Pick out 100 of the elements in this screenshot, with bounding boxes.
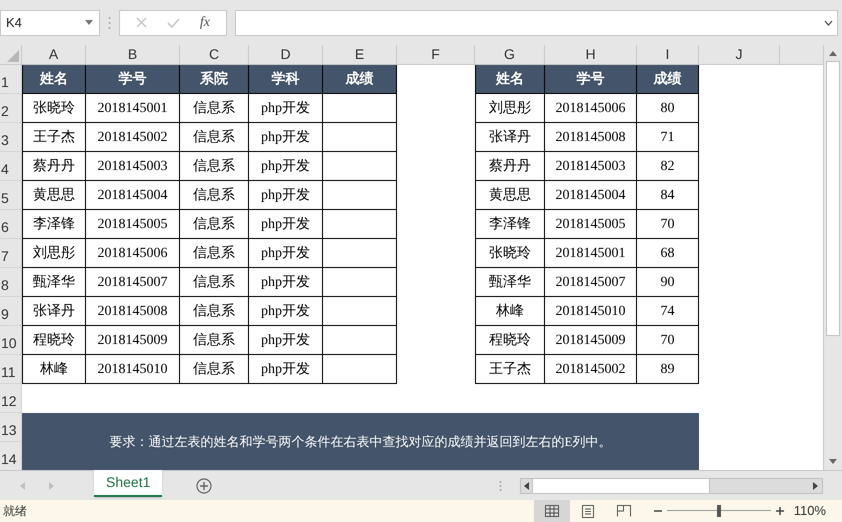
table-cell: 甄泽华	[475, 268, 545, 297]
table-cell: 王子杰	[475, 355, 545, 384]
row-header[interactable]: 11	[0, 355, 22, 384]
horizontal-scrollbar[interactable]	[520, 478, 823, 494]
row-header[interactable]: 14	[0, 442, 22, 470]
table-cell: 2018145002	[86, 123, 180, 152]
table-cell: 2018145006	[545, 94, 637, 123]
scroll-down-icon[interactable]	[829, 459, 837, 464]
table-cell: php开发	[249, 297, 323, 326]
table-cell: 信息系	[180, 152, 249, 181]
table-cell: php开发	[249, 123, 323, 152]
row-header[interactable]: 5	[0, 181, 22, 210]
table-cell: 信息系	[180, 181, 249, 210]
column-header[interactable]: C	[180, 45, 249, 65]
table-cell: 84	[637, 181, 699, 210]
dropdown-caret-icon[interactable]	[85, 20, 93, 25]
table-cell: php开发	[249, 239, 323, 268]
page-break-icon	[616, 505, 631, 517]
table-cell: php开发	[249, 152, 323, 181]
note-banner: 要求：通过左表的姓名和学号两个条件在右表中查找对应的成绩并返回到左右的E列中。	[22, 413, 699, 470]
table-cell: php开发	[249, 326, 323, 355]
column-header[interactable]: H	[545, 45, 637, 65]
scroll-up-icon[interactable]	[829, 51, 837, 56]
column-header[interactable]: G	[475, 45, 545, 65]
table-cell: 2018145006	[86, 239, 180, 268]
table-cell: 张译丹	[475, 123, 545, 152]
table-cell: 82	[637, 152, 699, 181]
table-cell: 信息系	[180, 268, 249, 297]
table-cell: php开发	[249, 181, 323, 210]
table-cell: 2018145003	[545, 152, 637, 181]
table-cell: 2018145007	[545, 268, 637, 297]
table-cell: 74	[637, 297, 699, 326]
table-cell: 程晓玲	[22, 326, 86, 355]
row-header[interactable]: 4	[0, 152, 22, 181]
row-header[interactable]: 10	[0, 326, 22, 355]
table-cell: 2018145004	[86, 181, 180, 210]
column-header[interactable]: B	[86, 45, 180, 65]
row-header[interactable]: 1	[0, 65, 22, 94]
table-cell: 89	[637, 355, 699, 384]
column-header[interactable]: F	[397, 45, 475, 65]
table-cell: 蔡丹丹	[475, 152, 545, 181]
row-header[interactable]: 8	[0, 268, 22, 297]
row-header[interactable]: 6	[0, 210, 22, 239]
add-sheet-icon[interactable]	[196, 478, 212, 494]
header-cell: 学号	[545, 65, 637, 94]
row-header[interactable]: 2	[0, 94, 22, 123]
zoom-slider-track[interactable]	[666, 505, 771, 517]
zoom-in-icon[interactable]	[776, 507, 784, 515]
drag-handle-icon	[108, 16, 111, 30]
table-cell: 蔡丹丹	[22, 152, 86, 181]
formula-input-field[interactable]	[235, 10, 838, 36]
table-cell: 2018145010	[86, 355, 180, 384]
column-header[interactable]: I	[637, 45, 699, 65]
header-cell: 学科	[249, 65, 323, 94]
column-header[interactable]: D	[249, 45, 323, 65]
table-cell: 2018145008	[545, 123, 637, 152]
scroll-left-icon[interactable]	[524, 482, 529, 490]
table-cell: 林峰	[22, 355, 86, 384]
checkmark-icon[interactable]	[166, 18, 180, 28]
table-cell: 2018145008	[86, 297, 180, 326]
header-cell: 成绩	[323, 65, 397, 94]
row-header[interactable]: 9	[0, 297, 22, 326]
table-cell: 程晓玲	[475, 326, 545, 355]
table-cell: php开发	[249, 355, 323, 384]
table-cell: 2018145009	[86, 326, 180, 355]
vertical-scrollbar[interactable]	[823, 45, 842, 470]
drag-handle-icon[interactable]	[499, 480, 502, 492]
table-cell: 信息系	[180, 239, 249, 268]
column-header[interactable]: J	[699, 45, 780, 65]
row-header[interactable]: 3	[0, 123, 22, 152]
table-cell: 甄泽华	[22, 268, 86, 297]
row-header[interactable]: 13	[0, 413, 22, 442]
table-cell: 2018145007	[86, 268, 180, 297]
table-cell: 90	[637, 268, 699, 297]
normal-view-button[interactable]	[534, 500, 570, 522]
row-header[interactable]: 7	[0, 239, 22, 268]
table-cell: 刘思彤	[475, 94, 545, 123]
scroll-right-icon[interactable]	[813, 482, 818, 490]
scrollbar-thumb[interactable]	[826, 61, 840, 336]
table-cell: 2018145001	[86, 94, 180, 123]
insert-function-button[interactable]: fx	[200, 12, 210, 33]
table-cell: 黄思思	[22, 181, 86, 210]
row-header[interactable]: 12	[0, 384, 22, 413]
table-cell: 信息系	[180, 297, 249, 326]
table-cell: 2018145003	[86, 152, 180, 181]
table-cell: 80	[637, 94, 699, 123]
zoom-level[interactable]: 110%	[794, 501, 826, 521]
column-header[interactable]: E	[323, 45, 397, 65]
zoom-slider-thumb[interactable]	[716, 505, 721, 517]
expand-caret-icon[interactable]	[824, 20, 833, 26]
table-cell: 2018145004	[545, 181, 637, 210]
table-cell: php开发	[249, 94, 323, 123]
sheet-tab[interactable]: Sheet1	[94, 470, 162, 497]
header-cell: 姓名	[475, 65, 545, 94]
scrollbar-thumb[interactable]	[532, 478, 710, 492]
table-cell: 信息系	[180, 210, 249, 239]
header-cell: 学号	[86, 65, 180, 94]
table-cell: 信息系	[180, 355, 249, 384]
name-box[interactable]: K4	[0, 10, 100, 36]
column-header[interactable]: A	[22, 45, 86, 65]
